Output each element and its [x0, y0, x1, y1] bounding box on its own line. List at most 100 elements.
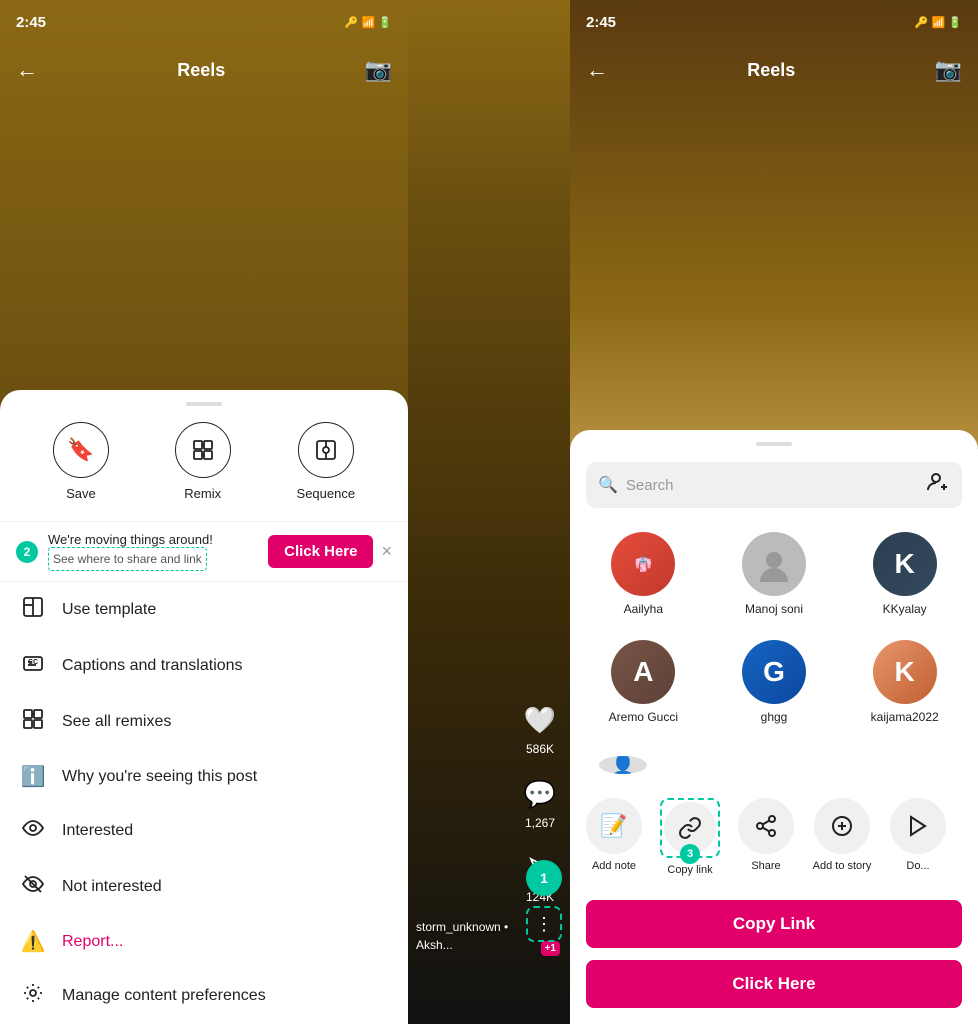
name-aailyha: Aailyha [624, 602, 663, 616]
menu-manage-prefs[interactable]: Manage content preferences [0, 968, 408, 1024]
name-kkyalay: KKyalay [883, 602, 927, 616]
username-text: storm_unknown • Aksh... [416, 920, 508, 952]
contact-partial[interactable]: 👤 [578, 744, 668, 786]
click-here-button-left[interactable]: Click Here [268, 535, 373, 568]
mid-video-panel: 🤍 586K 💬 1,267 124K 1 ⋮ storm_unknown • … [408, 0, 570, 1024]
action-row: 📝 Add note 3 Copy [570, 786, 978, 884]
click-here-label-right: Click Here [732, 974, 815, 994]
save-item[interactable]: 🔖 Save [53, 422, 109, 501]
add-note-icon: 📝 [600, 813, 627, 839]
wifi-icon-right: 📶 [932, 16, 946, 29]
contact-kaijama[interactable]: K kaijama2022 [839, 628, 970, 736]
sheet-handle-left[interactable] [186, 402, 222, 406]
camera-button-right[interactable]: 📷 [935, 57, 962, 83]
menu-captions[interactable]: CC Captions and translations [0, 638, 408, 694]
avatar-aailyha: 👘 [611, 532, 675, 596]
key-icon-right: 🔑 [915, 16, 929, 29]
comment-icon: 💬 [522, 776, 558, 812]
search-input[interactable]: Search [626, 477, 918, 494]
menu-interested[interactable]: Interested [0, 803, 408, 859]
search-icon: 🔍 [598, 475, 618, 495]
avatar-manoj [742, 532, 806, 596]
copy-link-label: Copy Link [733, 914, 815, 934]
bottom-sheet-left: 🔖 Save Remix [0, 390, 408, 1024]
captions-icon: CC [20, 652, 46, 680]
avatar-partial: 👤 [599, 756, 647, 774]
avatar-kkyalay: K [873, 532, 937, 596]
name-ghgg: ghgg [761, 710, 788, 724]
copy-link-button[interactable]: Copy Link [586, 900, 962, 948]
sequence-icon [298, 422, 354, 478]
not-interested-text: Not interested [62, 878, 162, 896]
name-kaijama: kaijama2022 [871, 710, 939, 724]
menu-why-seeing[interactable]: ℹ️ Why you're seeing this post [0, 750, 408, 803]
more-label: Do... [906, 860, 929, 872]
name-aremo: Aremo Gucci [609, 710, 678, 724]
reels-header-right: ← Reels 📷 [570, 44, 978, 96]
use-template-text: Use template [62, 601, 156, 619]
report-icon: ⚠️ [20, 929, 46, 954]
like-count: 586K [526, 742, 554, 756]
share-sheet: 🔍 Search 👘 Aailyha [570, 430, 978, 1024]
badge-3: 3 [680, 844, 700, 864]
eye-icon [20, 817, 46, 845]
menu-remixes[interactable]: See all remixes [0, 694, 408, 750]
name-manoj: Manoj soni [745, 602, 803, 616]
sheet-handle-right[interactable] [756, 442, 792, 446]
reels-title-left: Reels [177, 60, 225, 81]
interested-text: Interested [62, 822, 133, 840]
manage-prefs-text: Manage content preferences [62, 987, 266, 1005]
status-bar-left: 2:45 🔑 📶 🔋 [0, 0, 408, 44]
action-add-story[interactable]: Add to story [806, 798, 878, 876]
comment-action[interactable]: 💬 1,267 [522, 776, 558, 830]
save-icon: 🔖 [53, 422, 109, 478]
right-panel: 2:45 🔑 📶 🔋 ← Reels 📷 🔍 Search [570, 0, 978, 1024]
menu-use-template[interactable]: Use template [0, 582, 408, 638]
three-dots-btn[interactable]: ⋮ [526, 906, 562, 942]
sequence-label: Sequence [297, 486, 356, 501]
action-share[interactable]: Share [730, 798, 802, 876]
battery-icon-left: 🔋 [378, 16, 392, 29]
comment-count: 1,267 [525, 816, 555, 830]
promo-line1: We're moving things around! [48, 532, 258, 547]
add-person-button[interactable] [926, 470, 950, 500]
contact-ghgg[interactable]: G ghgg [709, 628, 840, 736]
menu-not-interested[interactable]: Not interested [0, 859, 408, 915]
promo-close-icon[interactable]: × [381, 541, 392, 562]
add-story-icon-wrap [814, 798, 870, 854]
action-add-note[interactable]: 📝 Add note [578, 798, 650, 876]
copy-link-highlight: 3 [660, 798, 720, 858]
promo-banner: 2 We're moving things around! See where … [0, 522, 408, 582]
remixes-text: See all remixes [62, 713, 171, 731]
contact-kkyalay[interactable]: K KKyalay [839, 520, 970, 628]
contact-aailyha[interactable]: 👘 Aailyha [578, 520, 709, 628]
remix-item[interactable]: Remix [175, 422, 231, 501]
search-bar[interactable]: 🔍 Search [586, 462, 962, 508]
reels-header-left: ← Reels 📷 [0, 44, 408, 96]
status-icons-right: 🔑 📶 🔋 [915, 16, 962, 29]
add-note-label: Add note [592, 860, 636, 872]
why-seeing-text: Why you're seeing this post [62, 768, 257, 786]
menu-report[interactable]: ⚠️ Report... [0, 915, 408, 968]
action-copy-link[interactable]: 3 Copy link [654, 798, 726, 876]
remixes-icon [20, 708, 46, 736]
back-button-right[interactable]: ← [586, 57, 608, 83]
contact-manoj[interactable]: Manoj soni [709, 520, 840, 628]
contact-grid: 👘 Aailyha Manoj soni K KKyalay A [570, 520, 978, 736]
share-icon-wrap [738, 798, 794, 854]
save-label: Save [66, 486, 96, 501]
promo-badge-num: 2 [16, 541, 38, 563]
add-story-label: Add to story [813, 860, 872, 872]
left-panel: 2:45 🔑 📶 🔋 ← Reels 📷 🔖 Save [0, 0, 408, 1024]
contact-aremo[interactable]: A Aremo Gucci [578, 628, 709, 736]
back-button-left[interactable]: ← [16, 57, 38, 83]
not-interested-icon [20, 873, 46, 901]
action-more[interactable]: Do... [882, 798, 954, 876]
sequence-item[interactable]: Sequence [297, 422, 356, 501]
time-left: 2:45 [16, 14, 46, 31]
click-here-button-right[interactable]: Click Here [586, 960, 962, 1008]
like-action[interactable]: 🤍 586K [522, 702, 558, 756]
report-text: Report... [62, 933, 123, 951]
promo-line2: See where to share and link [53, 552, 202, 566]
camera-button-left[interactable]: 📷 [365, 57, 392, 83]
